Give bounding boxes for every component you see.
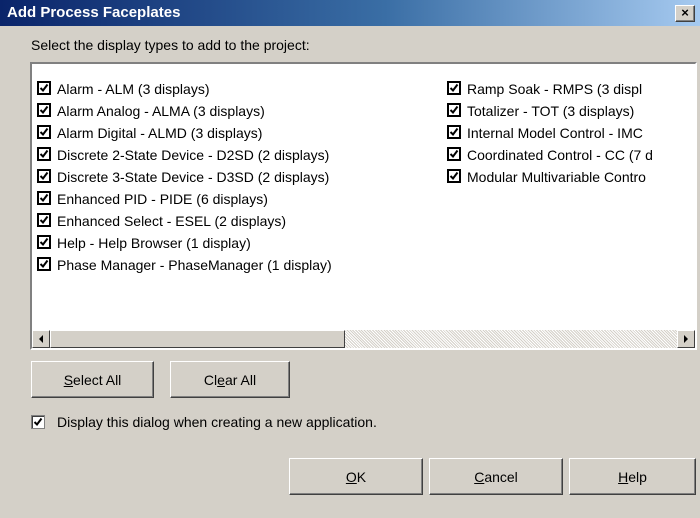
ok-button[interactable]: OK <box>289 458 423 495</box>
checkmark-icon <box>39 237 49 247</box>
item-checkbox[interactable] <box>447 125 461 139</box>
item-checkbox[interactable] <box>447 169 461 183</box>
list-item[interactable]: Coordinated Control - CC (7 d <box>447 146 653 168</box>
cancel-button[interactable]: Cancel <box>429 458 563 495</box>
list-item[interactable]: Enhanced Select - ESEL (2 displays) <box>37 212 332 234</box>
arrow-left-icon <box>39 335 43 343</box>
item-label: Modular Multivariable Contro <box>467 169 646 185</box>
display-on-create-option[interactable]: Display this dialog when creating a new … <box>31 414 377 430</box>
checkmark-icon <box>39 127 49 137</box>
help-button[interactable]: Help <box>569 458 696 495</box>
checkmark-icon <box>39 193 49 203</box>
close-icon: × <box>681 5 689 20</box>
close-button[interactable]: × <box>675 5 695 22</box>
item-checkbox[interactable] <box>37 213 51 227</box>
checkmark-icon <box>449 83 459 93</box>
list-item[interactable]: Alarm - ALM (3 displays) <box>37 80 332 102</box>
checkmark-icon <box>39 215 49 225</box>
item-label: Enhanced PID - PIDE (6 displays) <box>57 191 268 207</box>
select-all-label: Select All <box>63 371 122 388</box>
checkmark-icon <box>39 171 49 181</box>
scroll-thumb[interactable] <box>50 330 345 348</box>
horizontal-scrollbar[interactable] <box>32 330 695 348</box>
item-checkbox[interactable] <box>447 103 461 117</box>
ok-label: OK <box>345 468 367 485</box>
list-column-2: Ramp Soak - RMPS (3 displ Totalizer - TOT… <box>447 80 653 190</box>
item-checkbox[interactable] <box>37 235 51 249</box>
arrow-right-icon <box>684 335 688 343</box>
list-item[interactable]: Discrete 3-State Device - D3SD (2 displa… <box>37 168 332 190</box>
item-label: Totalizer - TOT (3 displays) <box>467 103 635 119</box>
instruction-label: Select the display types to add to the p… <box>31 37 310 53</box>
list-column-1: Alarm - ALM (3 displays) Alarm Analog - A… <box>37 80 332 278</box>
item-checkbox[interactable] <box>37 169 51 183</box>
item-checkbox[interactable] <box>37 147 51 161</box>
checkmark-icon <box>39 105 49 115</box>
checkmark-icon <box>449 171 459 181</box>
item-label: Phase Manager - PhaseManager (1 display) <box>57 257 332 273</box>
item-label: Alarm Digital - ALMD (3 displays) <box>57 125 263 141</box>
checkmark-icon <box>39 259 49 269</box>
title-bar: Add Process Faceplates × <box>0 0 700 26</box>
clear-all-label: Clear All <box>203 371 257 388</box>
item-label: Discrete 3-State Device - D3SD (2 displa… <box>57 169 330 185</box>
checkmark-icon <box>33 417 43 427</box>
list-item[interactable]: Alarm Digital - ALMD (3 displays) <box>37 124 332 146</box>
item-label: Alarm - ALM (3 displays) <box>57 81 210 97</box>
item-checkbox[interactable] <box>37 257 51 271</box>
display-on-create-label: Display this dialog when creating a new … <box>57 414 377 430</box>
scroll-right-button[interactable] <box>677 330 695 348</box>
list-item[interactable]: Help - Help Browser (1 display) <box>37 234 332 256</box>
item-label: Enhanced Select - ESEL (2 displays) <box>57 213 287 229</box>
list-item[interactable]: Discrete 2-State Device - D2SD (2 displa… <box>37 146 332 168</box>
cancel-label: Cancel <box>474 468 518 485</box>
list-item[interactable]: Enhanced PID - PIDE (6 displays) <box>37 190 332 212</box>
help-label: Help <box>618 468 647 485</box>
window-title: Add Process Faceplates <box>7 4 181 21</box>
item-label: Alarm Analog - ALMA (3 displays) <box>57 103 265 119</box>
checkmark-icon <box>39 83 49 93</box>
display-types-list[interactable]: Alarm - ALM (3 displays) Alarm Analog - A… <box>30 62 697 350</box>
item-checkbox[interactable] <box>37 191 51 205</box>
list-item[interactable]: Ramp Soak - RMPS (3 displ <box>447 80 653 102</box>
clear-all-button[interactable]: Clear All <box>170 361 290 398</box>
item-checkbox[interactable] <box>37 125 51 139</box>
list-item[interactable]: Totalizer - TOT (3 displays) <box>447 102 653 124</box>
item-checkbox[interactable] <box>447 81 461 95</box>
item-label: Coordinated Control - CC (7 d <box>467 147 653 163</box>
list-item[interactable]: Alarm Analog - ALMA (3 displays) <box>37 102 332 124</box>
item-checkbox[interactable] <box>37 81 51 95</box>
item-checkbox[interactable] <box>37 103 51 117</box>
checkmark-icon <box>449 149 459 159</box>
list-item[interactable]: Modular Multivariable Contro <box>447 168 653 190</box>
item-checkbox[interactable] <box>447 147 461 161</box>
display-on-create-checkbox[interactable] <box>31 415 45 429</box>
checkmark-icon <box>449 127 459 137</box>
list-item[interactable]: Phase Manager - PhaseManager (1 display) <box>37 256 332 278</box>
list-item[interactable]: Internal Model Control - IMC <box>447 124 653 146</box>
item-label: Help - Help Browser (1 display) <box>57 235 251 251</box>
select-all-button[interactable]: Select All <box>31 361 154 398</box>
item-label: Internal Model Control - IMC <box>467 125 643 141</box>
item-label: Ramp Soak - RMPS (3 displ <box>467 81 643 97</box>
checkmark-icon <box>449 105 459 115</box>
scroll-left-button[interactable] <box>32 330 50 348</box>
checkmark-icon <box>39 149 49 159</box>
item-label: Discrete 2-State Device - D2SD (2 displa… <box>57 147 330 163</box>
